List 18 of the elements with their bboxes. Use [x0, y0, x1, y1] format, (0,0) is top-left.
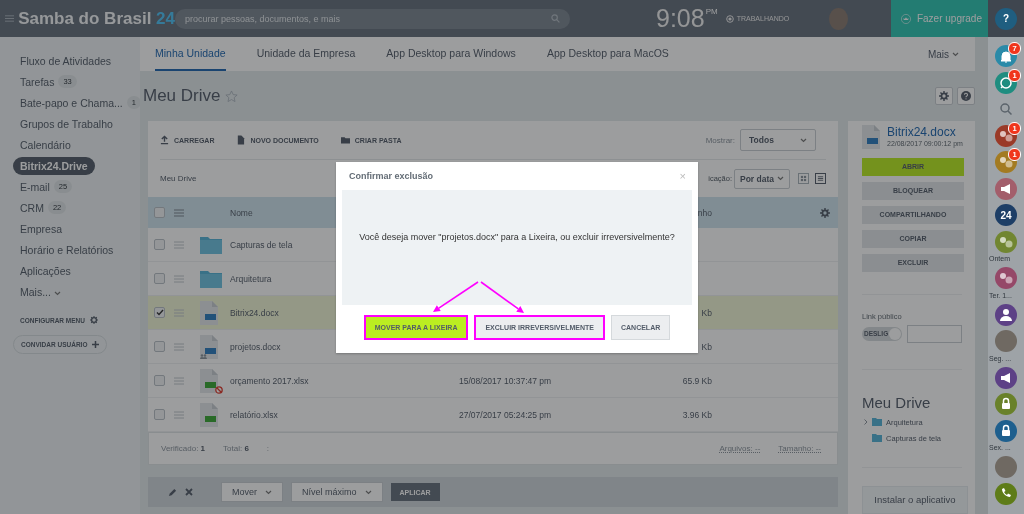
table-cell-text: 65.9 Kb — [681, 375, 712, 386]
table-cell-text: 27/07/2017 05:24:25 pm — [459, 409, 553, 420]
table-cell-text: 15/08/2017 10:37:47 pm — [459, 375, 553, 386]
brand-logo: Samba do Brasil 24 — [18, 8, 175, 29]
separator: : — [266, 444, 270, 453]
selected-count: Verificado: 1 — [161, 444, 206, 453]
table-cell-text: Kb — [700, 307, 712, 318]
table-cell-text: 3.96 Kb — [681, 409, 712, 420]
tree-title: Meu Drive — [862, 393, 932, 411]
show-label: Mostrar: — [705, 135, 735, 145]
total-count: Total: 6 — [223, 444, 249, 453]
clock-period: PM — [705, 7, 718, 16]
clock: 9:08 — [656, 4, 705, 33]
page-title: Meu Drive — [143, 86, 221, 106]
breadcrumb: Meu Drive — [160, 174, 197, 183]
dialog-message: Você deseja mover "projetos.docx" para a Lixeira, ou excluir irreversivelmente? — [359, 232, 675, 242]
dialog-title: Confirmar exclusão — [349, 171, 434, 181]
table-cell-text: Kb — [700, 341, 712, 352]
